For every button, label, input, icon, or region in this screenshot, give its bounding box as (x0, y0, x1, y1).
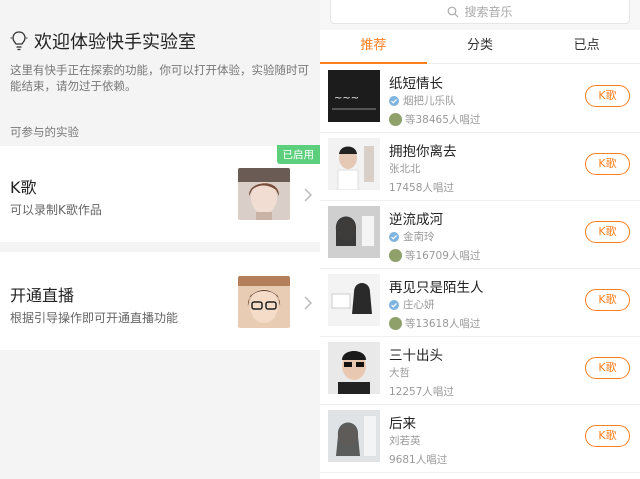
experiment-subtitle: 根据引导操作即可开通直播功能 (10, 311, 179, 325)
song-count: 17458人唱过 (389, 182, 454, 194)
karaoke-button[interactable]: K歌 (585, 153, 630, 175)
search-icon (448, 6, 459, 17)
song-count-row: 12257人唱过 (389, 384, 454, 399)
song-item[interactable]: ~~~ 纸短情长 烟把儿乐队 等38465人唱过 K歌 (320, 65, 640, 133)
experiment-thumbnail (238, 168, 290, 220)
song-cover (328, 206, 380, 258)
karaoke-button[interactable]: K歌 (585, 221, 630, 243)
song-artist-row: 刘若英 (389, 433, 421, 448)
tab-recommended[interactable]: 推荐 (320, 30, 427, 64)
song-count-row: 17458人唱过 (389, 180, 454, 195)
song-artist-row: 张北北 (389, 161, 421, 176)
verified-icon (389, 231, 399, 242)
song-item[interactable]: 再见只是陌生人 庄心妍 等13618人唱过 K歌 (320, 269, 640, 337)
experiment-title: K歌 (10, 178, 37, 197)
avatar (389, 249, 402, 262)
song-item[interactable]: 逆流成河 金南玲 等16709人唱过 K歌 (320, 201, 640, 269)
song-count: 等13618人唱过 (405, 318, 481, 330)
song-count-row: 等38465人唱过 (389, 112, 480, 127)
lightbulb-icon (10, 31, 28, 51)
tab-ordered[interactable]: 已点 (533, 30, 640, 63)
song-artist-row: 大哲 (389, 365, 410, 380)
chevron-right-icon (304, 188, 313, 202)
song-count: 等16709人唱过 (405, 250, 481, 262)
lab-header: 欢迎体验快手实验室 (10, 28, 196, 54)
song-artist: 大哲 (389, 367, 410, 379)
tab-categories[interactable]: 分类 (427, 30, 534, 63)
song-artist: 刘若英 (389, 435, 421, 447)
music-panel: 搜索音乐 推荐 分类 已点 ~~~ 纸短情长 烟把儿乐队 等38465人唱过 K… (320, 0, 640, 479)
song-title: 三十出头 (389, 348, 443, 364)
song-title: 拥抱你离去 (389, 144, 457, 160)
song-title: 纸短情长 (389, 76, 443, 92)
song-artist: 张北北 (389, 163, 421, 175)
verified-icon (389, 95, 399, 106)
song-cover (328, 342, 380, 394)
song-artist-row: 庄心妍 (389, 297, 435, 312)
experiment-card-karaoke[interactable]: 已启用 K歌 可以录制K歌作品 (0, 145, 320, 242)
experiment-subtitle: 可以录制K歌作品 (10, 203, 102, 217)
karaoke-button[interactable]: K歌 (585, 425, 630, 447)
song-title: 后来 (389, 416, 416, 432)
karaoke-button[interactable]: K歌 (585, 85, 630, 107)
song-cover: ~~~ (328, 70, 380, 122)
song-item[interactable]: 三十出头 大哲 12257人唱过 K歌 (320, 337, 640, 405)
page-title: 欢迎体验快手实验室 (34, 32, 196, 53)
experiment-title: 开通直播 (10, 286, 75, 305)
song-count-row: 等16709人唱过 (389, 248, 480, 263)
karaoke-button[interactable]: K歌 (585, 289, 630, 311)
avatar (389, 113, 402, 126)
song-cover (328, 410, 380, 462)
song-count-row: 9681人唱过 (389, 452, 447, 467)
svg-text:~~~: ~~~ (334, 93, 359, 104)
song-artist: 烟把儿乐队 (403, 95, 456, 107)
song-title: 再见只是陌生人 (389, 280, 484, 296)
karaoke-button[interactable]: K歌 (585, 357, 630, 379)
song-artist-row: 金南玲 (389, 229, 435, 244)
verified-icon (389, 299, 399, 310)
song-count-row: 等13618人唱过 (389, 316, 480, 331)
chevron-right-icon (304, 296, 313, 310)
song-artist: 庄心妍 (403, 299, 435, 311)
song-count: 9681人唱过 (389, 454, 448, 466)
song-artist: 金南玲 (403, 231, 435, 243)
section-label: 可参与的实验 (10, 125, 79, 139)
status-badge: 已启用 (276, 145, 320, 164)
song-cover (328, 274, 380, 326)
experiment-thumbnail (238, 276, 290, 328)
avatar (389, 317, 402, 330)
song-count: 12257人唱过 (389, 386, 454, 398)
lab-panel: 欢迎体验快手实验室 这里有快手正在探索的功能，你可以打开体验，实验随时可能结束，… (0, 0, 320, 479)
music-tabs: 推荐 分类 已点 (320, 30, 640, 64)
song-item[interactable]: 后来 刘若英 9681人唱过 K歌 (320, 405, 640, 473)
search-bar: 搜索音乐 (320, 0, 640, 30)
search-input[interactable]: 搜索音乐 (330, 0, 630, 24)
song-cover (328, 138, 380, 190)
search-placeholder: 搜索音乐 (464, 5, 513, 19)
song-title: 逆流成河 (389, 212, 443, 228)
song-item[interactable]: 拥抱你离去 张北北 17458人唱过 K歌 (320, 133, 640, 201)
experiment-card-live[interactable]: 开通直播 根据引导操作即可开通直播功能 (0, 252, 320, 350)
lab-description: 这里有快手正在探索的功能，你可以打开体验，实验随时可能结束，请勿过于依赖。 (10, 63, 309, 93)
song-count: 等38465人唱过 (405, 114, 481, 126)
song-artist-row: 烟把儿乐队 (389, 93, 456, 108)
